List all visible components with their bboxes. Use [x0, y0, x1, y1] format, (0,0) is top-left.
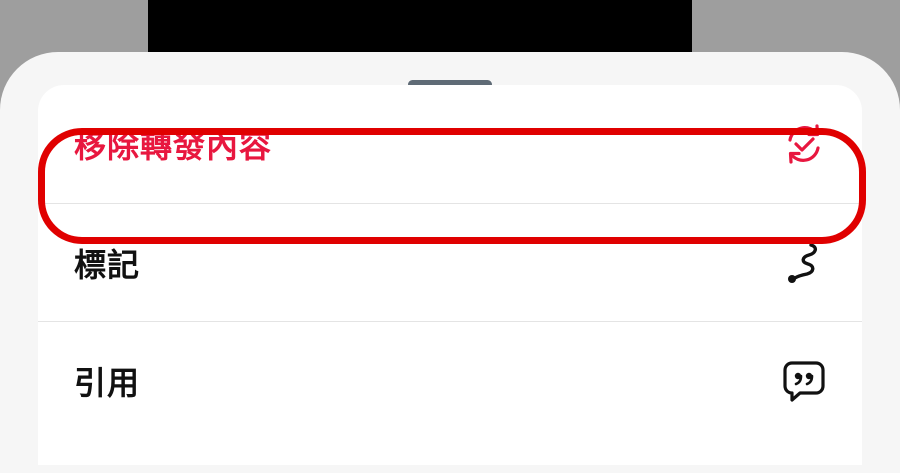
action-menu: 移除轉發內容 標記 引用 [38, 85, 862, 465]
quote-button[interactable]: 引用 [38, 321, 862, 439]
repost-remove-icon [780, 120, 828, 168]
squiggle-mark-icon [780, 239, 828, 287]
screen: 移除轉發內容 標記 引用 [0, 0, 900, 473]
quote-label: 引用 [74, 363, 141, 402]
quote-bubble-icon [780, 357, 828, 405]
remove-repost-label: 移除轉發內容 [74, 127, 273, 165]
remove-repost-button[interactable]: 移除轉發內容 [38, 85, 862, 203]
mark-label: 標記 [74, 245, 141, 284]
background-media [148, 0, 692, 60]
mark-button[interactable]: 標記 [38, 203, 862, 321]
